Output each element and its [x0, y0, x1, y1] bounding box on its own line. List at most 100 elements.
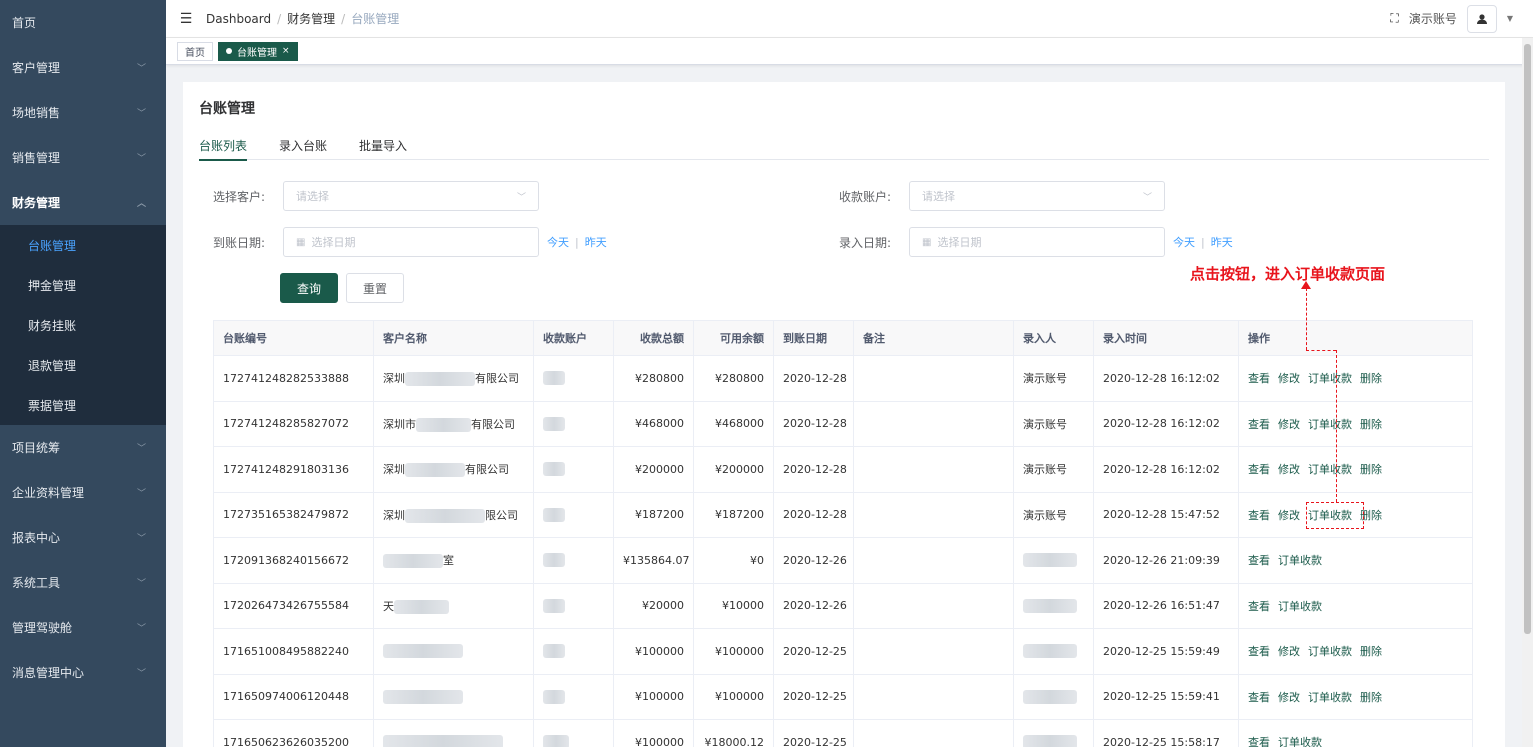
cell-remark [853, 628, 1014, 675]
redacted-block [1023, 735, 1077, 747]
menu-finance[interactable]: 财务管理 ︿ [0, 180, 166, 225]
op-link[interactable]: 修改 [1278, 372, 1300, 385]
filter-label: 选择客户: [212, 189, 265, 204]
account-select[interactable]: 请选择 ﹀ [909, 181, 1165, 211]
sub-deposit[interactable]: 押金管理 [0, 265, 166, 305]
tab-entry[interactable]: 录入台账 [279, 132, 327, 160]
page-scrollbar[interactable] [1522, 38, 1533, 747]
fullscreen-icon[interactable]: ⛶ [1390, 11, 1398, 26]
cell-actions: 查看 修改 订单收款 删除 [1238, 401, 1473, 447]
yesterday-link[interactable]: 昨天 [1211, 236, 1233, 249]
breadcrumb-current: 台账管理 [351, 12, 400, 26]
op-link[interactable]: 查看 [1248, 600, 1270, 613]
cell-customer: 天 [373, 583, 534, 629]
cell-total: ¥187200 [613, 492, 694, 538]
menu-venue-sales[interactable]: 场地销售 ﹀ [0, 90, 166, 135]
menu-reports[interactable]: 报表中心 ﹀ [0, 515, 166, 560]
op-link[interactable]: 查看 [1248, 372, 1270, 385]
op-link[interactable]: 修改 [1278, 418, 1300, 431]
customer-suffix: 限公司 [485, 508, 518, 522]
menu-project[interactable]: 项目统筹 ﹀ [0, 425, 166, 470]
op-link[interactable]: 查看 [1248, 554, 1270, 567]
cell-customer: 深圳 限公司 [373, 492, 534, 538]
op-link[interactable]: 订单收款 [1308, 691, 1352, 704]
menu-cockpit[interactable]: 管理驾驶舱 ﹀ [0, 605, 166, 650]
search-button[interactable]: 查询 [280, 273, 339, 303]
select-placeholder: 请选择 [296, 190, 329, 203]
customer-suffix: 有限公司 [475, 372, 519, 386]
annotation-line [1306, 350, 1336, 351]
today-link[interactable]: 今天 [1173, 236, 1195, 249]
cell-total: ¥100000 [613, 628, 694, 675]
table-header: 台账编号 客户名称 收款账户 收款总额 可用余额 到账日期 备注 录入人 录入时… [213, 320, 1473, 356]
table-row: 172091368240156672 室 ¥135864.07 ¥0 2020-12-2… [213, 537, 1473, 584]
today-link[interactable]: 今天 [547, 236, 569, 249]
sub-ledger[interactable]: 台账管理 [0, 225, 166, 265]
op-link[interactable]: 查看 [1248, 645, 1270, 658]
op-link[interactable]: 订单收款 [1278, 554, 1322, 567]
hamburger-icon[interactable]: ☰ [166, 11, 206, 27]
date-placeholder: 选择日期 [311, 236, 356, 249]
op-link[interactable]: 订单收款 [1308, 463, 1352, 476]
redacted-block [1023, 689, 1077, 704]
op-link[interactable]: 查看 [1248, 691, 1270, 704]
avatar[interactable] [1466, 4, 1497, 33]
customer-select[interactable]: 请选择 ﹀ [283, 181, 539, 211]
customer-prefix: 深圳 [383, 372, 405, 386]
annotation-text: 点击按钮，进入订单收款页面 [1190, 265, 1386, 283]
reset-button[interactable]: 重置 [346, 273, 405, 303]
op-link[interactable]: 查看 [1248, 736, 1270, 747]
op-link[interactable]: 删除 [1360, 645, 1382, 658]
tab-list[interactable]: 台账列表 [199, 132, 248, 161]
op-link[interactable]: 查看 [1248, 463, 1270, 476]
annotation-line [1336, 350, 1337, 502]
op-link[interactable]: 查看 [1248, 509, 1270, 522]
op-link[interactable]: 订单收款 [1308, 645, 1352, 658]
cell-actions: 查看 修改 订单收款 删除 [1238, 674, 1473, 720]
yesterday-link[interactable]: 昨天 [585, 236, 607, 249]
op-link[interactable]: 修改 [1278, 691, 1300, 704]
cell-time: 2020-12-26 16:51:47 [1093, 583, 1239, 629]
menu-sales[interactable]: 销售管理 ﹀ [0, 135, 166, 180]
close-icon[interactable]: × [282, 46, 290, 56]
op-link[interactable]: 订单收款 [1278, 600, 1322, 613]
breadcrumb-dashboard[interactable]: Dashboard [206, 12, 271, 26]
caret-down-icon[interactable]: ▼ [1507, 14, 1513, 23]
entry-date-picker[interactable]: ▦ 选择日期 [909, 227, 1165, 257]
op-link[interactable]: 订单收款 [1278, 736, 1322, 747]
op-link[interactable]: 查看 [1248, 418, 1270, 431]
op-link[interactable]: 删除 [1360, 463, 1382, 476]
cell-actions: 查看 订单收款 [1238, 537, 1473, 584]
col-header: 客户名称 [373, 320, 534, 356]
op-link[interactable]: 订单收款 [1308, 372, 1352, 385]
tab-import[interactable]: 批量导入 [359, 132, 407, 160]
menu-tools[interactable]: 系统工具 ﹀ [0, 560, 166, 605]
cell-available: ¥280800 [693, 355, 774, 402]
menu-customer[interactable]: 客户管理 ﹀ [0, 45, 166, 90]
arrival-date-picker[interactable]: ▦ 选择日期 [283, 227, 539, 257]
sub-invoice[interactable]: 票据管理 [0, 385, 166, 425]
op-link[interactable]: 删除 [1360, 372, 1382, 385]
redacted-block [1023, 553, 1077, 568]
cell-available: ¥200000 [693, 446, 774, 493]
redacted-block [543, 598, 565, 613]
menu-messages[interactable]: 消息管理中心 ﹀ [0, 650, 166, 695]
filter-arrival-date: 到账日期: ▦ 选择日期 今天 | 昨天 [199, 227, 607, 257]
cell-customer [373, 674, 534, 720]
op-link[interactable]: 删除 [1360, 691, 1382, 704]
op-link[interactable]: 订单收款 [1308, 418, 1352, 431]
menu-enterprise[interactable]: 企业资料管理 ﹀ [0, 470, 166, 515]
op-link[interactable]: 删除 [1360, 418, 1382, 431]
menu-home[interactable]: 首页 [0, 0, 166, 45]
cell-user: 演示账号 [1013, 401, 1094, 447]
sub-label: 退款管理 [28, 358, 77, 373]
op-link[interactable]: 修改 [1278, 509, 1300, 522]
op-link[interactable]: 修改 [1278, 645, 1300, 658]
scrollbar-thumb[interactable] [1524, 44, 1531, 634]
op-link[interactable]: 修改 [1278, 463, 1300, 476]
menu-label: 消息管理中心 [12, 666, 85, 680]
sub-refund[interactable]: 退款管理 [0, 345, 166, 385]
tag-current[interactable]: 台账管理 × [218, 41, 298, 61]
sub-credit[interactable]: 财务挂账 [0, 305, 166, 345]
tag-home[interactable]: 首页 [177, 41, 213, 61]
